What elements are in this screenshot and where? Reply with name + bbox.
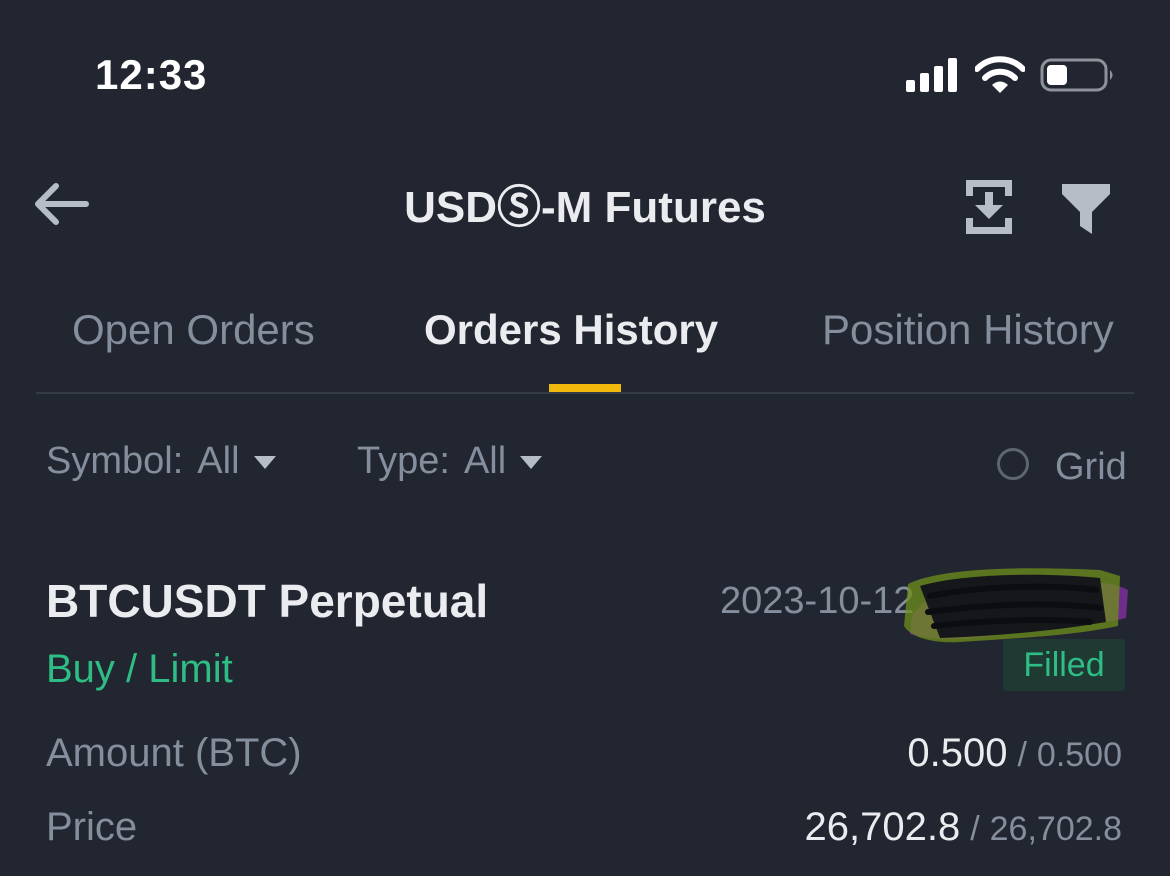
grid-label[interactable]: Grid: [1055, 442, 1127, 492]
amount-label: Amount (BTC): [46, 731, 302, 775]
caret-down-icon: [253, 455, 276, 469]
symbol-filter-label: Symbol:: [46, 439, 184, 482]
wifi-icon: [975, 56, 1025, 93]
funnel-icon[interactable]: [1060, 182, 1112, 236]
export-icon[interactable]: [962, 178, 1016, 236]
type-filter-value: All: [463, 439, 507, 482]
price-value: 26,702.8/26,702.8: [804, 802, 1122, 854]
price-label: Price: [46, 805, 138, 849]
symbol-filter-value: All: [197, 439, 240, 482]
tab-orders-history[interactable]: Orders History: [424, 300, 718, 360]
symbol-filter-dropdown[interactable]: Symbol: All: [46, 436, 276, 486]
page-title: USDⓈ-M Futures: [404, 183, 766, 232]
type-filter-dropdown[interactable]: Type: All: [357, 436, 543, 486]
battery-icon: [1040, 58, 1113, 92]
price-separator: /: [970, 810, 980, 848]
status-time: 12:33: [95, 51, 208, 98]
price-average: 26,702.8: [804, 805, 961, 849]
tab-divider: [36, 392, 1134, 394]
price-order: 26,702.8: [989, 810, 1122, 848]
type-filter-label: Type:: [357, 439, 450, 482]
amount-total: 0.500: [1036, 736, 1122, 774]
status-badge: Filled: [1003, 639, 1125, 691]
amount-value: 0.500/0.500: [907, 728, 1122, 780]
tab-position-history[interactable]: Position History: [822, 300, 1134, 360]
grid-radio-button[interactable]: [997, 448, 1029, 480]
active-tab-indicator: [549, 384, 621, 392]
tab-open-orders[interactable]: Open Orders: [72, 300, 315, 360]
amount-filled: 0.500: [907, 731, 1008, 775]
caret-down-icon: [520, 455, 543, 469]
order-date: 2023-10-12: [720, 580, 915, 622]
amount-separator: /: [1017, 736, 1027, 774]
order-symbol[interactable]: BTCUSDT Perpetual: [46, 572, 488, 630]
back-arrow-icon[interactable]: [30, 180, 90, 228]
order-side-type: Buy / Limit: [46, 647, 233, 691]
cellular-signal-icon: [906, 58, 957, 92]
